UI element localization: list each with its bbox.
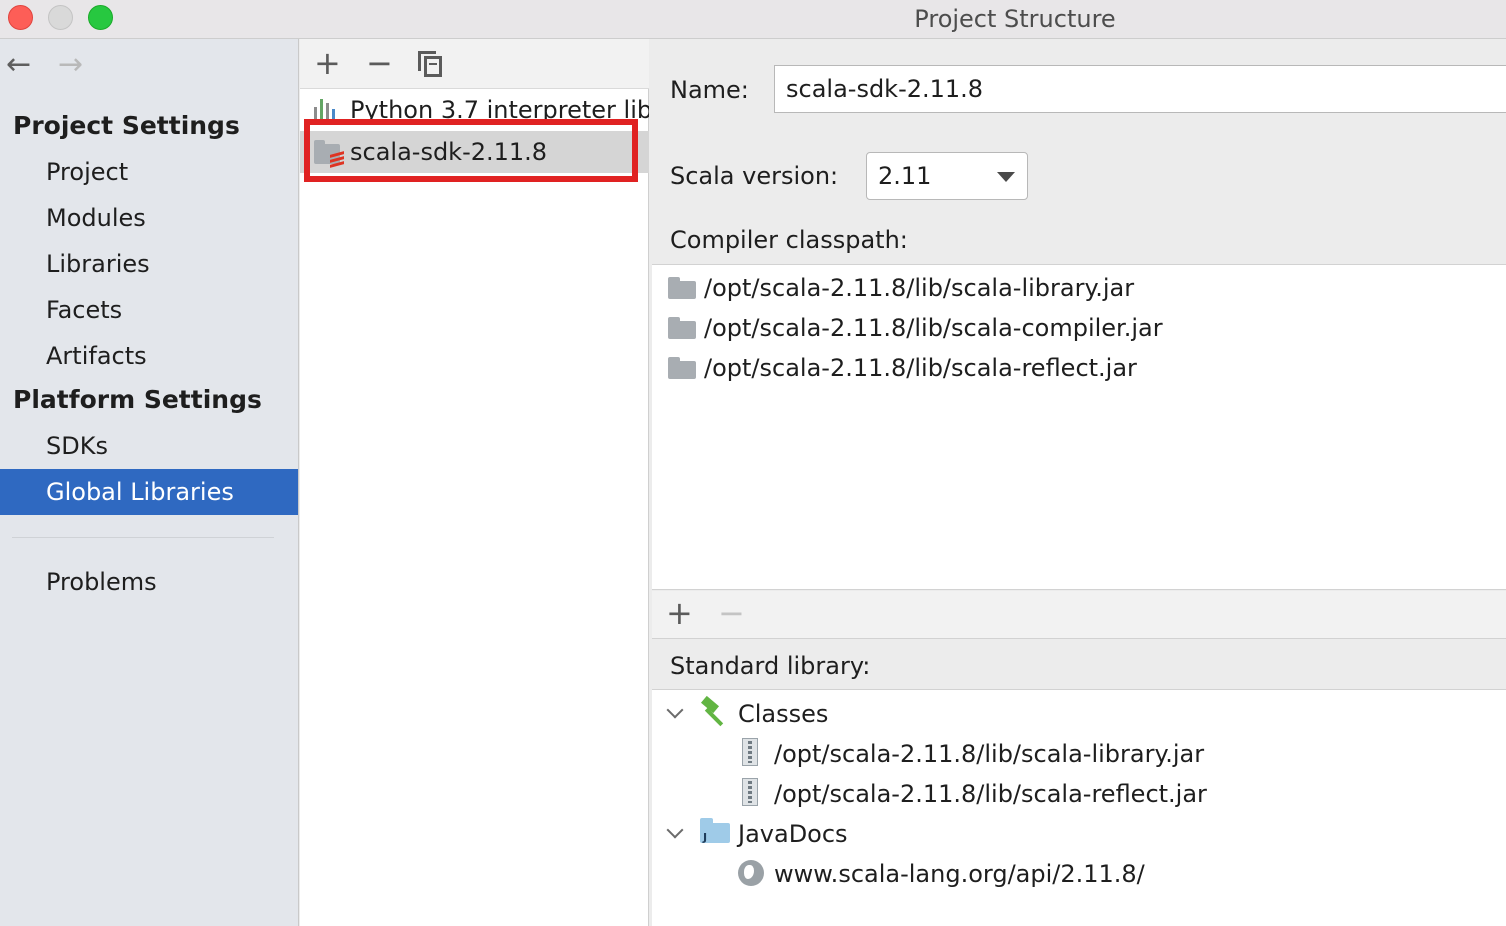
- back-arrow-icon[interactable]: ←: [6, 49, 31, 81]
- list-item[interactable]: /opt/scala-2.11.8/lib/scala-compiler.jar: [652, 308, 1506, 348]
- chevron-down-icon[interactable]: [666, 701, 684, 719]
- javadoc-folder-icon: J: [700, 818, 730, 844]
- add-library-button[interactable]: +: [314, 45, 341, 81]
- classpath-entry: /opt/scala-2.11.8/lib/scala-compiler.jar: [704, 314, 1163, 342]
- close-window-button[interactable]: [8, 5, 33, 30]
- list-item[interactable]: /opt/scala-2.11.8/lib/scala-library.jar: [652, 268, 1506, 308]
- tree-item[interactable]: /opt/scala-2.11.8/lib/scala-reflect.jar: [774, 774, 1207, 814]
- project-settings-header: Project Settings: [13, 111, 240, 140]
- name-field[interactable]: scala-sdk-2.11.8: [774, 65, 1506, 113]
- add-classpath-button[interactable]: +: [666, 595, 693, 631]
- classpath-entry: /opt/scala-2.11.8/lib/scala-library.jar: [704, 274, 1135, 302]
- list-item[interactable]: /opt/scala-2.11.8/lib/scala-reflect.jar: [652, 348, 1506, 388]
- minimize-window-button[interactable]: [48, 5, 73, 30]
- chevron-down-icon[interactable]: [666, 821, 684, 839]
- list-item-label: Python 3.7 interpreter lib: [350, 96, 649, 121]
- folder-icon: [668, 277, 696, 299]
- maximize-window-button[interactable]: [88, 5, 113, 30]
- sidebar-item-artifacts[interactable]: Artifacts: [0, 333, 298, 379]
- sidebar-item-sdks[interactable]: SDKs: [0, 423, 298, 469]
- scala-version-dropdown[interactable]: 2.11: [866, 152, 1028, 200]
- folder-icon: [668, 317, 696, 339]
- globe-icon: [738, 860, 764, 886]
- sidebar-divider: [12, 537, 274, 538]
- jar-icon: [742, 738, 758, 766]
- copy-icon[interactable]: [418, 51, 442, 77]
- library-list-toolbar: + −: [300, 39, 649, 89]
- list-item-python-library[interactable]: Python 3.7 interpreter lib: [300, 89, 649, 121]
- sidebar-item-global-libraries[interactable]: Global Libraries: [0, 469, 298, 515]
- sidebar-item-libraries[interactable]: Libraries: [0, 241, 298, 287]
- sidebar-item-problems[interactable]: Problems: [0, 559, 298, 605]
- forward-arrow-icon[interactable]: →: [58, 49, 83, 81]
- scala-version-value: 2.11: [878, 162, 932, 190]
- hammer-icon: [700, 695, 728, 727]
- standard-library-tree: Classes /opt/scala-2.11.8/lib/scala-libr…: [652, 689, 1506, 926]
- classpath-toolbar: + −: [652, 591, 1506, 639]
- tree-node-javadocs[interactable]: JavaDocs: [738, 814, 848, 854]
- chevron-down-icon: [997, 172, 1015, 182]
- compiler-classpath-label: Compiler classpath:: [670, 226, 908, 254]
- tree-item[interactable]: /opt/scala-2.11.8/lib/scala-library.jar: [774, 734, 1204, 774]
- tree-item[interactable]: www.scala-lang.org/api/2.11.8/: [774, 854, 1145, 894]
- standard-library-label: Standard library:: [670, 652, 871, 680]
- tree-node-classes[interactable]: Classes: [738, 694, 828, 734]
- python-library-icon: [314, 97, 340, 121]
- window-title: Project Structure: [914, 5, 1116, 33]
- library-details-panel: Name: scala-sdk-2.11.8 Scala version: 2.…: [650, 39, 1506, 926]
- selection-highlight-annotation: [304, 119, 638, 182]
- scala-version-label: Scala version:: [670, 162, 839, 190]
- sidebar-item-modules[interactable]: Modules: [0, 195, 298, 241]
- sidebar: ← → Project Settings Project Modules Lib…: [0, 39, 299, 926]
- classpath-entry: /opt/scala-2.11.8/lib/scala-reflect.jar: [704, 354, 1137, 382]
- platform-settings-header: Platform Settings: [13, 385, 262, 414]
- sidebar-item-facets[interactable]: Facets: [0, 287, 298, 333]
- name-label: Name:: [670, 76, 749, 104]
- jar-icon: [742, 778, 758, 806]
- title-bar: Project Structure: [0, 0, 1506, 39]
- folder-icon: [668, 357, 696, 379]
- sidebar-item-project[interactable]: Project: [0, 149, 298, 195]
- remove-classpath-button[interactable]: −: [718, 595, 745, 631]
- remove-library-button[interactable]: −: [366, 45, 393, 81]
- compiler-classpath-list: /opt/scala-2.11.8/lib/scala-library.jar …: [652, 264, 1506, 590]
